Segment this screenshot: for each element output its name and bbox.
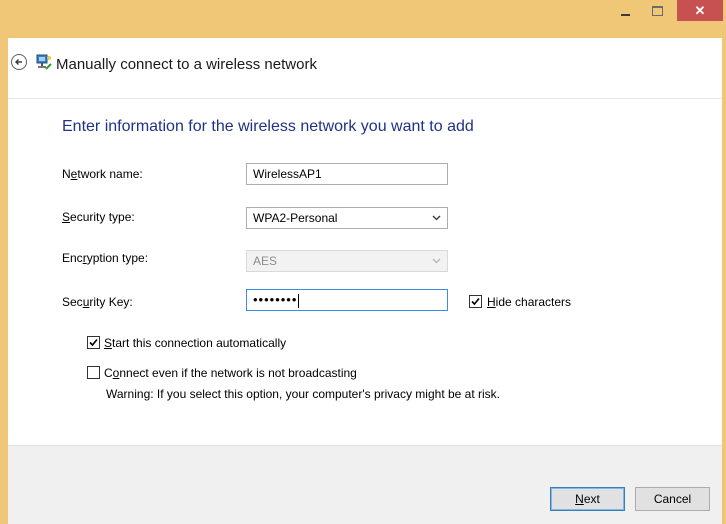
page-title: Manually connect to a wireless network bbox=[56, 56, 317, 73]
security-type-label: Security type: bbox=[62, 210, 135, 224]
hide-characters-label[interactable]: Hide characters bbox=[487, 295, 571, 309]
network-icon bbox=[36, 53, 52, 76]
connect-even-checkbox[interactable] bbox=[87, 366, 100, 379]
security-key-input[interactable]: •••••••• bbox=[246, 289, 448, 311]
encryption-type-label: Encryption type: bbox=[62, 251, 149, 265]
chevron-down-icon bbox=[429, 208, 443, 228]
privacy-warning: Warning: If you select this option, your… bbox=[106, 387, 501, 401]
security-type-select[interactable]: WPA2-Personal bbox=[246, 207, 448, 229]
text-caret bbox=[298, 293, 300, 308]
encryption-type-select[interactable]: AES bbox=[246, 250, 448, 272]
cancel-button[interactable]: Cancel bbox=[635, 487, 710, 511]
next-button[interactable]: Next bbox=[550, 487, 625, 511]
close-icon: ✕ bbox=[694, 2, 706, 18]
dialog-window: ✕ Manually connect to a wireless network bbox=[0, 0, 726, 524]
chevron-down-icon bbox=[429, 251, 443, 271]
checkmark-icon bbox=[471, 297, 480, 306]
start-automatically-label[interactable]: Start this connection automatically bbox=[104, 336, 286, 350]
security-key-label: Security Key: bbox=[62, 295, 133, 309]
title-bar[interactable]: ✕ bbox=[0, 0, 726, 38]
button-bar: Next Cancel bbox=[8, 445, 722, 524]
network-name-input[interactable]: WirelessAP1 bbox=[246, 163, 448, 185]
back-arrow-icon bbox=[15, 59, 22, 65]
close-button[interactable]: ✕ bbox=[677, 0, 723, 21]
hide-characters-checkbox[interactable] bbox=[469, 295, 482, 308]
minimize-button[interactable] bbox=[612, 0, 638, 21]
start-automatically-checkbox[interactable] bbox=[87, 336, 100, 349]
header: Manually connect to a wireless network bbox=[8, 38, 722, 99]
maximize-button[interactable] bbox=[644, 0, 670, 21]
checkmark-icon bbox=[89, 338, 98, 347]
network-name-label: Network name: bbox=[62, 167, 143, 181]
maximize-icon bbox=[651, 5, 663, 16]
dialog-content: Manually connect to a wireless network E… bbox=[8, 38, 722, 524]
minimize-icon bbox=[620, 13, 630, 16]
connect-even-label[interactable]: Connect even if the network is not broad… bbox=[104, 366, 357, 380]
section-heading: Enter information for the wireless netwo… bbox=[62, 118, 474, 135]
back-button[interactable] bbox=[11, 54, 27, 70]
